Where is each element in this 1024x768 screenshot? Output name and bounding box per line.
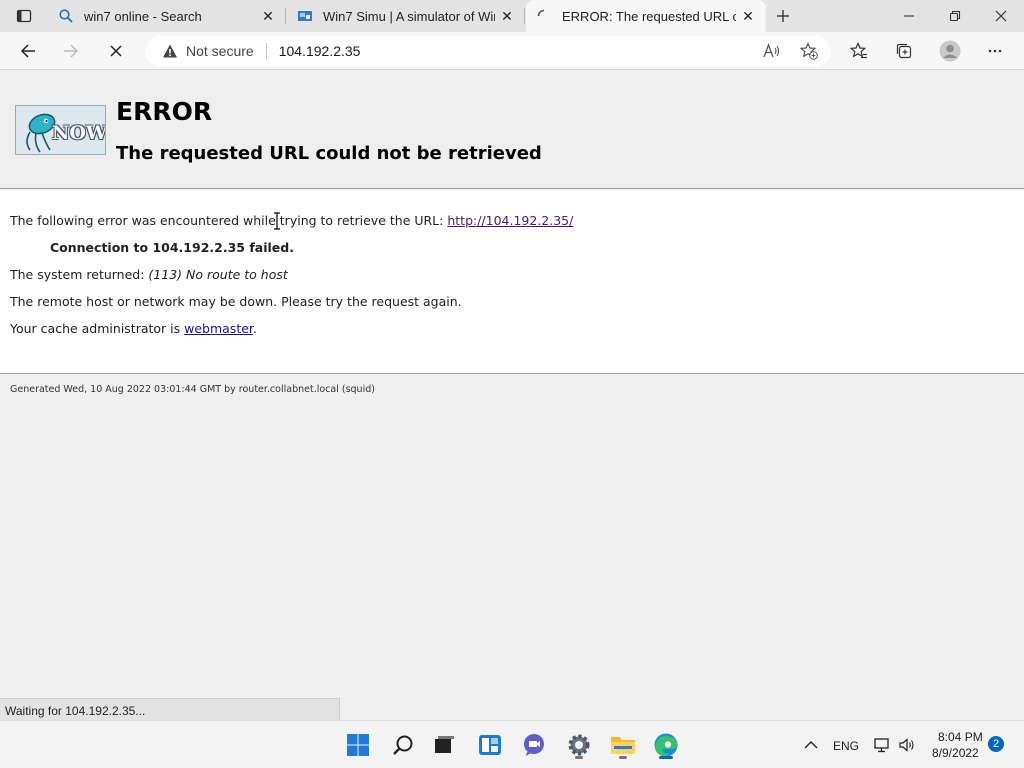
error-message-line: The following error was encountered whil… xyxy=(10,213,573,228)
language-indicator[interactable]: ENG xyxy=(833,739,859,753)
page-subtitle: The requested URL could not be retrieved xyxy=(116,143,542,164)
divider xyxy=(265,43,267,59)
notification-badge[interactable]: 2 xyxy=(988,736,1004,752)
warning-icon[interactable] xyxy=(162,43,178,59)
forward-arrow-icon xyxy=(64,44,79,58)
settings-icon xyxy=(568,734,590,756)
start-icon xyxy=(347,734,369,756)
network-icon xyxy=(874,738,889,753)
running-indicator xyxy=(575,756,583,759)
system-returned-line: The system returned: (113) No route to h… xyxy=(10,267,288,282)
tab-close-button[interactable]: ✕ xyxy=(736,4,760,28)
text-cursor-icon xyxy=(274,212,280,230)
back-arrow-icon xyxy=(20,44,35,58)
new-tab-button[interactable] xyxy=(770,4,796,28)
tab-actions-icon xyxy=(16,9,32,23)
address-bar[interactable]: Not secure 104.192.2.35 xyxy=(145,36,831,66)
close-icon xyxy=(995,10,1007,22)
search-icon xyxy=(58,8,74,24)
read-aloud-icon xyxy=(763,43,780,58)
teams-chat-icon xyxy=(524,734,544,756)
generated-footer: Generated Wed, 10 Aug 2022 03:01:44 GMT … xyxy=(10,384,375,395)
widgets-button[interactable] xyxy=(474,729,506,761)
edge-icon xyxy=(654,733,678,757)
win7simu-favicon xyxy=(297,8,313,24)
more-horizontal-icon xyxy=(988,49,1002,53)
stop-icon xyxy=(110,45,122,57)
loading-spinner-icon xyxy=(536,8,552,24)
cache-admin-label: Your cache administrator is xyxy=(10,321,185,336)
tab-actions-button[interactable] xyxy=(0,0,48,32)
close-window-button[interactable] xyxy=(978,0,1024,32)
forward-button[interactable] xyxy=(55,35,87,67)
tab-title: ERROR: The requested URL coulc xyxy=(562,8,736,24)
search-icon xyxy=(393,735,413,755)
page-content: NOW ERROR The requested URL could not be… xyxy=(0,71,1024,698)
cache-admin-line: Your cache administrator is webmaster. xyxy=(10,321,257,336)
task-view-button[interactable] xyxy=(428,729,460,761)
avatar-icon xyxy=(939,40,961,62)
cache-admin-suffix: . xyxy=(252,321,257,336)
tab-search[interactable]: win7 online - Search ✕ xyxy=(48,0,286,32)
status-bar: Waiting for 104.192.2.35... xyxy=(0,698,340,720)
edge-button[interactable] xyxy=(650,729,682,761)
settings-more-button[interactable] xyxy=(979,35,1011,67)
volume-button[interactable] xyxy=(893,729,921,761)
profile-button[interactable] xyxy=(934,35,966,67)
navigation-toolbar: Not secure 104.192.2.35 xyxy=(0,32,1024,70)
stop-loading-button[interactable] xyxy=(100,35,132,67)
page-title: ERROR xyxy=(116,97,213,126)
system-returned-label: The system returned: xyxy=(10,267,149,282)
taskbar: ENG 8:04 PM 8/9/2022 xyxy=(0,720,1024,768)
task-view-icon xyxy=(435,736,454,753)
requested-url-link[interactable]: http://104.192.2.35/ xyxy=(447,213,573,228)
read-aloud-button[interactable] xyxy=(759,39,785,63)
tab-error[interactable]: ERROR: The requested URL coulc ✕ xyxy=(526,0,766,32)
tab-close-button[interactable]: ✕ xyxy=(256,4,280,28)
widgets-icon xyxy=(479,735,501,755)
security-label[interactable]: Not secure xyxy=(186,43,254,59)
tab-title: win7 online - Search xyxy=(84,8,202,24)
tab-title: Win7 Simu | A simulator of Windo xyxy=(323,8,495,24)
chevron-up-icon xyxy=(804,741,818,749)
collections-button[interactable] xyxy=(888,35,920,67)
teams-chat-button[interactable] xyxy=(518,729,550,761)
running-indicator xyxy=(619,756,627,759)
collections-icon xyxy=(896,43,912,59)
remote-host-text: The remote host or network may be down. … xyxy=(10,294,462,309)
tab-win7simu[interactable]: Win7 Simu | A simulator of Windo ✕ xyxy=(287,0,525,32)
minimize-button[interactable] xyxy=(886,0,932,32)
start-button[interactable] xyxy=(342,729,374,761)
tab-strip: win7 online - Search ✕ Win7 Simu | A sim… xyxy=(0,0,1024,32)
tab-close-button[interactable]: ✕ xyxy=(495,4,519,28)
favorites-button[interactable] xyxy=(843,35,875,67)
logo-text: NOW xyxy=(52,122,106,144)
restore-button[interactable] xyxy=(932,0,978,32)
error-body: The following error was encountered whil… xyxy=(0,190,1024,374)
squid-logo: NOW xyxy=(15,105,106,155)
plus-icon xyxy=(777,10,789,22)
add-favorite-button[interactable] xyxy=(796,39,822,63)
clock-time[interactable]: 8:04 PM xyxy=(938,730,983,744)
restore-icon xyxy=(949,10,961,22)
error-intro-text: The following error was encountered whil… xyxy=(10,213,448,228)
system-error-detail: (113) No route to host xyxy=(148,267,288,282)
volume-icon xyxy=(899,738,914,752)
file-explorer-icon xyxy=(611,737,635,754)
taskbar-search-button[interactable] xyxy=(387,729,419,761)
url-text[interactable]: 104.192.2.35 xyxy=(279,43,361,59)
clock-date[interactable]: 8/9/2022 xyxy=(932,746,979,760)
settings-button[interactable] xyxy=(563,729,595,761)
minimize-icon xyxy=(904,15,914,17)
network-button[interactable] xyxy=(868,729,896,761)
file-explorer-button[interactable] xyxy=(607,729,639,761)
back-button[interactable] xyxy=(12,35,44,67)
active-app-indicator xyxy=(659,756,673,759)
favorites-icon xyxy=(850,42,867,59)
connection-failed-text: Connection to 104.192.2.35 failed. xyxy=(50,240,294,255)
star-add-icon xyxy=(800,42,818,60)
show-hidden-icons-button[interactable] xyxy=(795,729,827,761)
webmaster-link[interactable]: webmaster xyxy=(184,321,253,336)
error-header: NOW ERROR The requested URL could not be… xyxy=(0,71,1024,189)
